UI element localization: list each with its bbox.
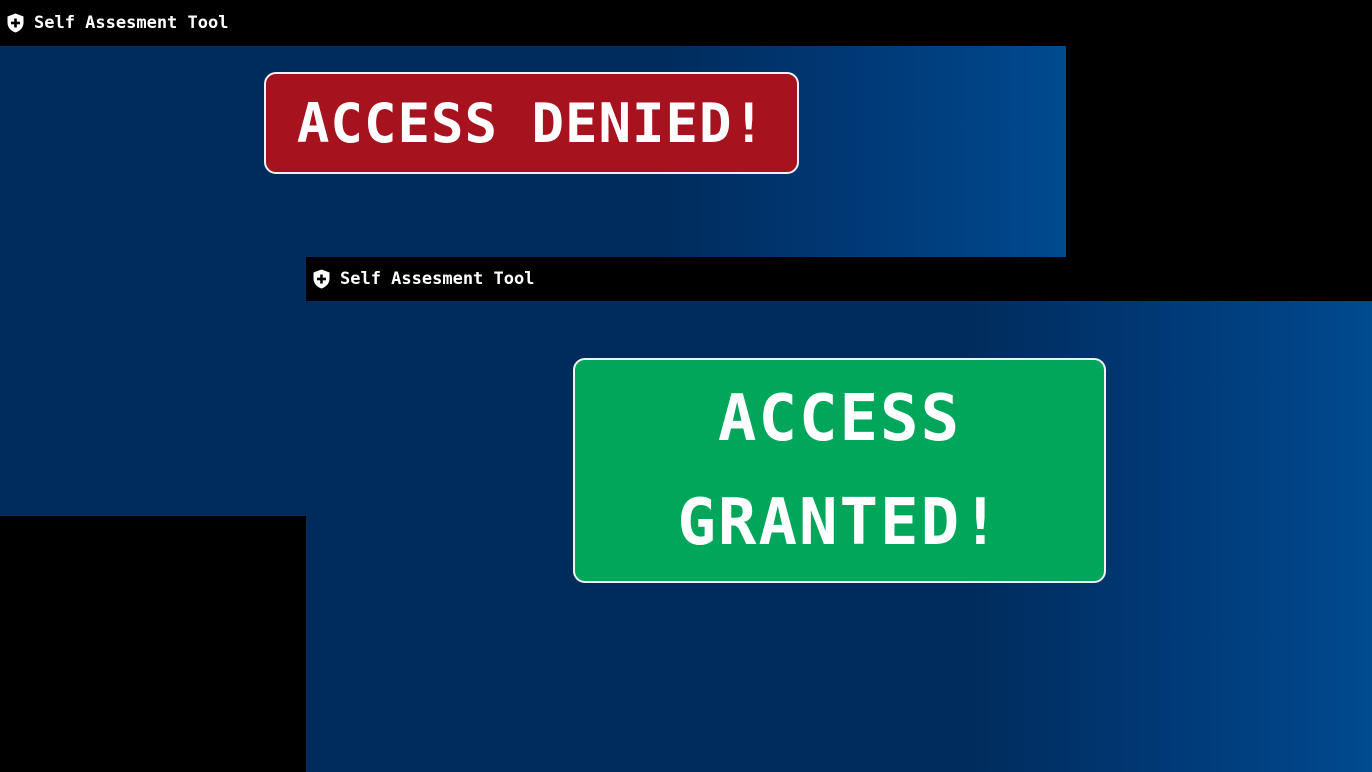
access-granted-message-line2: GRANTED! <box>677 485 1002 560</box>
access-granted-window: Self Assesment Tool ACCESS GRANTED! <box>306 257 1372 772</box>
access-granted-banner: ACCESS GRANTED! <box>573 358 1106 583</box>
shield-plus-icon <box>7 13 24 33</box>
title-bar[interactable]: Self Assesment Tool <box>0 0 1066 45</box>
access-granted-message-line1: ACCESS <box>717 381 962 456</box>
access-denied-banner: ACCESS DENIED! <box>264 72 799 174</box>
window-title: Self Assesment Tool <box>34 12 229 33</box>
window-title: Self Assesment Tool <box>340 269 535 289</box>
title-bar[interactable]: Self Assesment Tool <box>306 257 1372 301</box>
access-denied-message: ACCESS DENIED! <box>296 91 767 155</box>
shield-plus-icon <box>313 269 330 289</box>
window-content: ACCESS GRANTED! <box>306 301 1372 772</box>
